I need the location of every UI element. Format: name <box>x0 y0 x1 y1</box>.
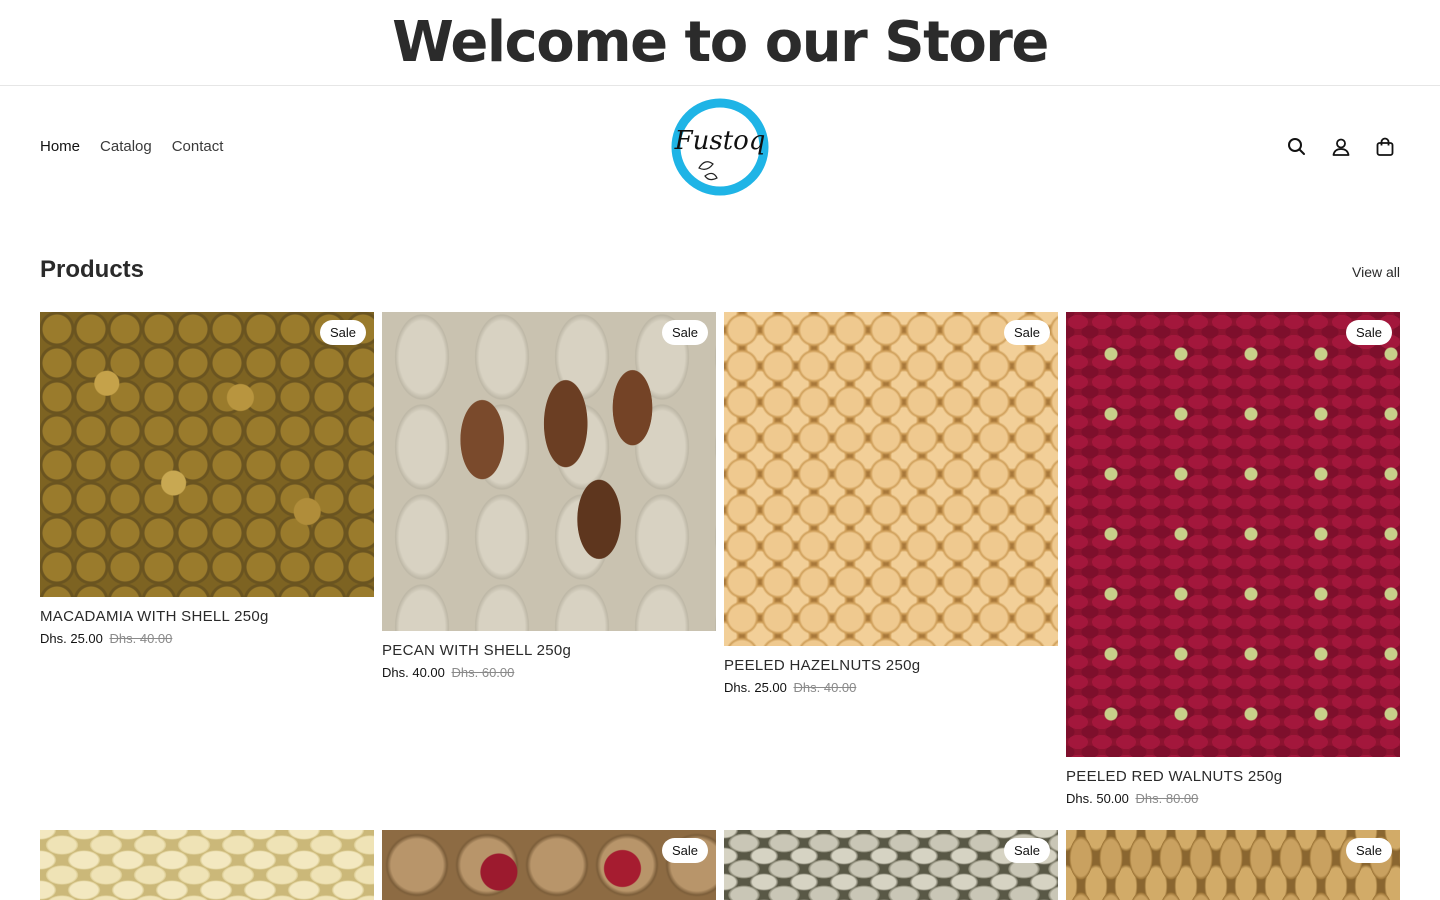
product-image[interactable]: Sale <box>724 312 1058 646</box>
sale-badge: Sale <box>661 320 708 345</box>
product-image[interactable]: Sale <box>1066 830 1400 900</box>
product-title[interactable]: PEELED RED WALNUTS 250g <box>1066 768 1400 785</box>
nav-home[interactable]: Home <box>40 138 80 155</box>
product-price: Dhs. 25.00 Dhs. 40.00 <box>724 680 1058 695</box>
product-card[interactable]: Sale MACADAMIA WITH SHELL 250g Dhs. 25.0… <box>40 312 374 646</box>
products-section: Products View all <box>40 256 1400 284</box>
site-header: Home Catalog Contact Fustoq <box>0 86 1440 210</box>
sale-badge: Sale <box>661 838 708 863</box>
product-card[interactable]: Sale <box>1066 830 1400 900</box>
sale-badge: Sale <box>1003 320 1050 345</box>
product-price: Dhs. 40.00 Dhs. 60.00 <box>382 665 716 680</box>
announcement-text: Welcome to our Store <box>392 9 1049 75</box>
nav-contact[interactable]: Contact <box>172 138 224 155</box>
sale-price: Dhs. 25.00 <box>724 680 787 695</box>
product-price: Dhs. 50.00 Dhs. 80.00 <box>1066 791 1400 806</box>
product-title[interactable]: MACADAMIA WITH SHELL 250g <box>40 608 374 625</box>
sale-price: Dhs. 25.00 <box>40 631 103 646</box>
product-image[interactable]: Sale <box>40 312 374 597</box>
product-image[interactable]: Sale <box>724 830 1058 900</box>
search-icon[interactable] <box>1286 136 1308 158</box>
product-image[interactable]: Sale <box>382 312 716 631</box>
product-title[interactable]: PEELED HAZELNUTS 250g <box>724 657 1058 674</box>
product-card[interactable]: Sale <box>382 830 716 900</box>
section-title: Products <box>40 256 145 283</box>
store-logo[interactable]: Fustoq <box>669 96 771 198</box>
announcement-bar: Welcome to our Store <box>0 0 1440 86</box>
product-card[interactable]: Sale PEELED HAZELNUTS 250g Dhs. 25.00 Dh… <box>724 312 1058 695</box>
sale-badge: Sale <box>1345 838 1392 863</box>
sale-price: Dhs. 40.00 <box>382 665 445 680</box>
nav-catalog[interactable]: Catalog <box>100 138 152 155</box>
sale-badge: Sale <box>319 320 366 345</box>
sale-badge: Sale <box>1345 320 1392 345</box>
view-all-link[interactable]: View all <box>1352 264 1400 280</box>
product-image[interactable]: Sale <box>382 830 716 900</box>
account-icon[interactable] <box>1330 136 1352 158</box>
product-title[interactable]: PECAN WITH SHELL 250g <box>382 642 716 659</box>
product-card[interactable]: Sale <box>724 830 1058 900</box>
product-card[interactable]: Sale PEELED RED WALNUTS 250g Dhs. 50.00 … <box>1066 312 1400 806</box>
cart-icon[interactable] <box>1374 136 1396 158</box>
sale-badge: Sale <box>1003 838 1050 863</box>
header-icons <box>1286 136 1396 158</box>
main-nav: Home Catalog Contact <box>40 138 223 155</box>
product-image[interactable] <box>40 830 374 900</box>
product-price: Dhs. 25.00 Dhs. 40.00 <box>40 631 374 646</box>
compare-price: Dhs. 40.00 <box>793 680 857 695</box>
logo-text: Fustoq <box>674 126 766 156</box>
compare-price: Dhs. 40.00 <box>109 631 173 646</box>
sale-price: Dhs. 50.00 <box>1066 791 1129 806</box>
product-image[interactable]: Sale <box>1066 312 1400 757</box>
compare-price: Dhs. 80.00 <box>1135 791 1199 806</box>
product-card[interactable] <box>40 830 374 900</box>
product-card[interactable]: Sale PECAN WITH SHELL 250g Dhs. 40.00 Dh… <box>382 312 716 680</box>
compare-price: Dhs. 60.00 <box>451 665 515 680</box>
